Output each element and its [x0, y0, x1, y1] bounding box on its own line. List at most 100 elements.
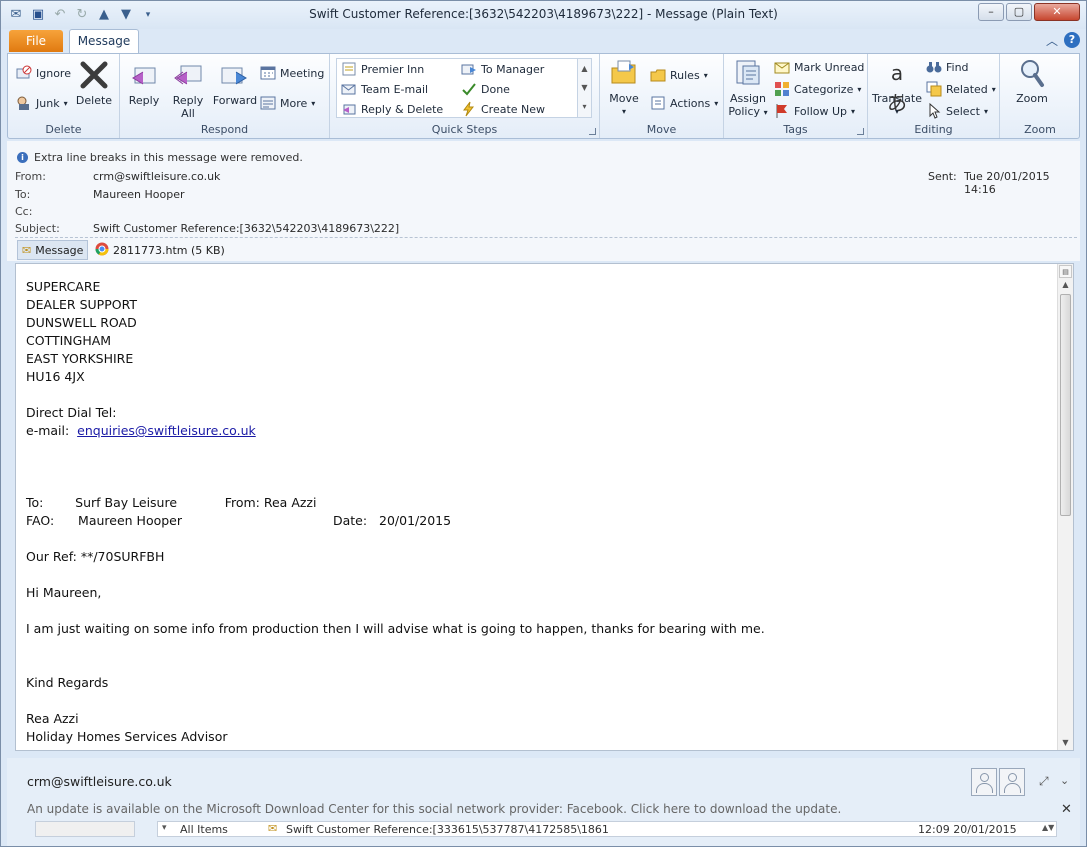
done-label: Done — [481, 82, 510, 96]
chrome-icon — [95, 242, 109, 259]
message-body[interactable]: SUPERCARE DEALER SUPPORT DUNSWELL ROAD C… — [15, 263, 1074, 751]
greeting-line: Hi Maureen, — [26, 585, 102, 600]
scroll-down-icon[interactable]: ▼ — [1059, 736, 1072, 749]
tags-group-label: Tags — [783, 123, 808, 136]
find-button[interactable]: Find — [926, 58, 969, 76]
reply-button[interactable]: Reply — [126, 60, 162, 107]
reply-all-label-2: All — [181, 107, 195, 120]
dropdown-icon: ▾ — [162, 823, 167, 833]
to-label: To: — [15, 188, 31, 201]
people-pane-tab-strip[interactable] — [35, 821, 135, 837]
more-icon — [260, 95, 276, 111]
email-line: e-mail: enquiries@swiftleisure.co.uk — [26, 422, 765, 440]
quick-steps-group: Premier Inn Team E-mail Reply & Delete T… — [330, 54, 600, 138]
email-label: e-mail: — [26, 423, 78, 438]
follow-up-label: Follow Up — [794, 104, 848, 118]
junk-button[interactable]: Junk ▾ — [16, 94, 68, 112]
premier-inn-label: Premier Inn — [361, 62, 425, 76]
quick-step-done[interactable]: Done — [461, 80, 510, 98]
message-view-tab[interactable]: ✉ Message — [17, 240, 89, 260]
people-pane-sender[interactable]: crm@swiftleisure.co.uk — [27, 774, 172, 789]
mark-unread-button[interactable]: Mark Unread — [774, 58, 864, 76]
lightning-icon — [461, 101, 477, 117]
forward-icon — [220, 60, 250, 90]
quick-step-reply-delete[interactable]: Reply & Delete — [341, 100, 443, 118]
actions-button[interactable]: Actions ▾ — [650, 94, 718, 112]
follow-up-button[interactable]: Follow Up ▾ — [774, 102, 855, 120]
quick-step-create-new[interactable]: Create New — [461, 100, 545, 118]
sent-value: Tue 20/01/2015 14:16 — [964, 170, 1050, 196]
reply-all-button[interactable]: Reply All — [168, 60, 208, 120]
related-label: Related — [946, 82, 988, 96]
assign-policy-button[interactable]: Assign Policy ▾ — [728, 58, 768, 119]
chevron-down-icon[interactable]: ⌄ — [1060, 774, 1069, 787]
activity-feed-row[interactable]: ▾ All Items ✉ Swift Customer Reference:[… — [157, 821, 1057, 837]
outlook-message-window: ✉ ▣ ↶ ↻ ▲ ▼ ▾ Swift Customer Reference:[… — [0, 0, 1087, 847]
junk-icon — [16, 95, 32, 111]
editing-group-label: Editing — [914, 123, 953, 136]
translate-button[interactable]: aあ Translate ▾ — [872, 58, 922, 118]
attachment-file-label: 2811773.htm (5 KB) — [113, 243, 225, 257]
find-label: Find — [946, 60, 969, 74]
avatar-1[interactable] — [971, 768, 997, 796]
meeting-button[interactable]: Meeting — [260, 64, 324, 82]
help-icon[interactable]: ? — [1064, 32, 1080, 48]
from-value[interactable]: crm@swiftleisure.co.uk — [93, 170, 220, 183]
expand-pane-icon[interactable]: ⤢ — [1039, 774, 1049, 789]
editing-group: aあ Translate ▾ Find Related ▾ Select ▾ Edi… — [868, 54, 1000, 138]
meeting-label: Meeting — [280, 66, 325, 80]
team-email-icon — [341, 81, 357, 97]
tags-group: Assign Policy ▾ Mark Unread Categorize ▾ … — [724, 54, 868, 138]
scroll-thumb[interactable] — [1060, 294, 1071, 516]
scroll-up-icon[interactable]: ▲ — [1059, 278, 1072, 291]
minimize-button[interactable]: – — [978, 3, 1004, 21]
move-group-label: Move — [646, 123, 677, 136]
signature-block: Rea Azzi Holiday Homes Services Advisor — [26, 711, 228, 744]
from-label: From: — [15, 170, 46, 183]
zoom-group-label: Zoom — [1024, 123, 1056, 136]
scroll-corner-icon[interactable]: ▤ — [1059, 265, 1072, 278]
email-link[interactable]: enquiries@swiftleisure.co.uk — [77, 423, 256, 438]
feed-scroll-icon[interactable]: ▲▼ — [1042, 823, 1054, 832]
to-value[interactable]: Maureen Hooper — [93, 188, 185, 201]
select-button[interactable]: Select ▾ — [926, 102, 988, 120]
tab-file[interactable]: File — [9, 30, 63, 52]
rules-button[interactable]: Rules ▾ — [650, 66, 708, 84]
translate-icon: aあ — [887, 61, 907, 115]
tags-launcher[interactable] — [857, 128, 864, 135]
cc-label: Cc: — [15, 205, 33, 218]
body-scrollbar[interactable]: ▤ ▲ ▼ — [1057, 264, 1073, 750]
related-button[interactable]: Related ▾ — [926, 80, 996, 98]
collapse-ribbon-icon[interactable]: ︿ — [1046, 32, 1058, 49]
quick-steps-scrollbar[interactable]: ▲ ▼ ▾ — [577, 59, 591, 117]
reference-line: Our Ref: **/70SURFBH — [26, 549, 165, 564]
zoom-button[interactable]: Zoom — [1012, 58, 1052, 105]
info-bar[interactable]: i Extra line breaks in this message were… — [17, 151, 303, 164]
attachment-file[interactable]: 2811773.htm (5 KB) — [91, 240, 229, 260]
zoom-group: Zoom Zoom — [1000, 54, 1080, 138]
title-bar: ✉ ▣ ↶ ↻ ▲ ▼ ▾ Swift Customer Reference:[… — [1, 1, 1086, 29]
avatar-2[interactable] — [999, 768, 1025, 796]
delete-button[interactable]: Delete — [72, 60, 116, 107]
delete-x-icon — [79, 60, 109, 90]
quick-steps-launcher[interactable] — [589, 128, 596, 135]
move-button[interactable]: Move ▾ — [604, 58, 644, 118]
tab-message[interactable]: Message — [69, 29, 139, 53]
close-notice-icon[interactable]: ✕ — [1061, 802, 1072, 817]
quick-step-to-manager[interactable]: To Manager — [461, 60, 544, 78]
more-respond-button[interactable]: More ▾ — [260, 94, 315, 112]
feed-item-date: 12:09 20/01/2015 — [918, 823, 1017, 836]
quick-step-premier-inn[interactable]: Premier Inn — [341, 60, 424, 78]
related-icon — [926, 81, 942, 97]
maximize-button[interactable]: ▢ — [1006, 3, 1032, 21]
categorize-button[interactable]: Categorize ▾ — [774, 80, 861, 98]
quick-step-team-email[interactable]: Team E-mail — [341, 80, 428, 98]
update-notice[interactable]: An update is available on the Microsoft … — [27, 802, 841, 816]
to-from-line: To: Surf Bay Leisure From: Rea Azzi — [26, 495, 317, 510]
policy-icon — [733, 58, 763, 88]
move-label: Move — [609, 92, 639, 105]
direct-dial-line: Direct Dial Tel: — [26, 405, 117, 420]
forward-button[interactable]: Forward — [212, 60, 258, 107]
ignore-button[interactable]: Ignore — [16, 64, 71, 82]
close-button[interactable]: ✕ — [1034, 3, 1080, 21]
